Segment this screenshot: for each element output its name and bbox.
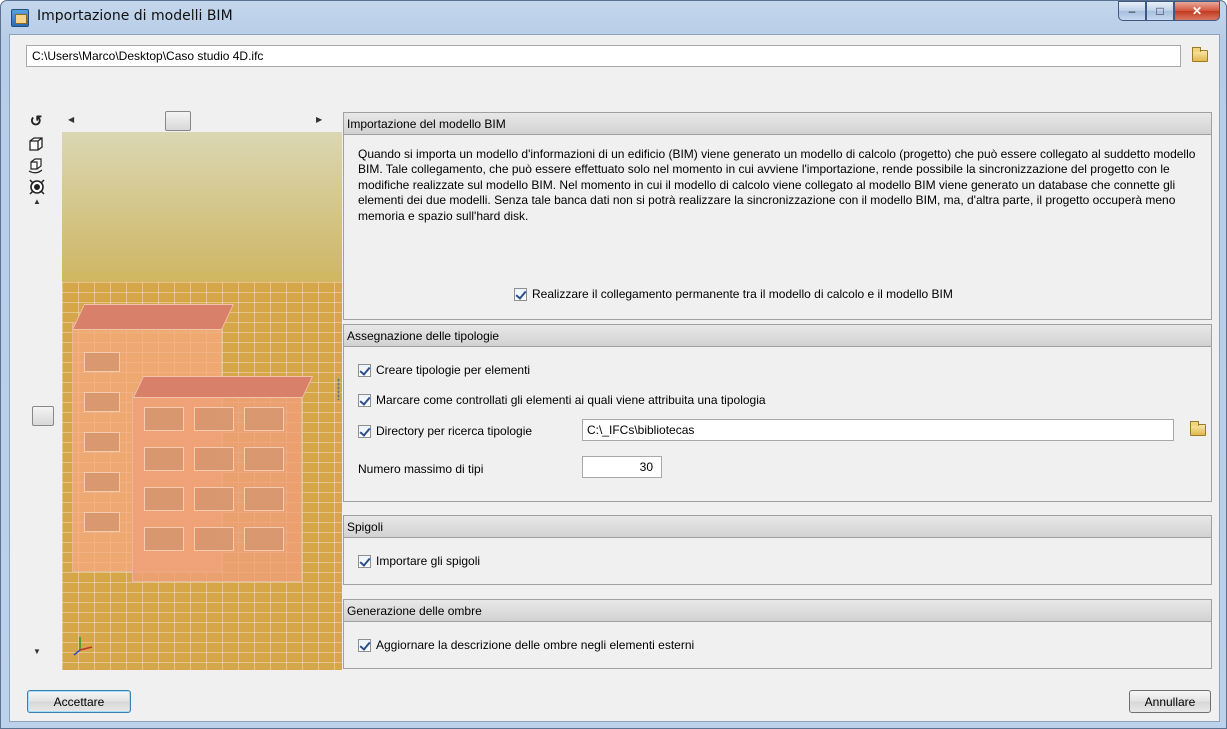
import-section: Importazione del modello BIM Quando si i… (343, 112, 1212, 320)
create-types-checkbox[interactable]: Creare tipologie per elementi (358, 363, 530, 377)
folder-open-icon (1190, 421, 1206, 436)
model-3d-view[interactable] (62, 132, 342, 670)
checkbox-checked-icon (358, 363, 371, 377)
shadows-section-header: Generazione delle ombre (344, 600, 1211, 622)
checkbox-checked-icon (358, 393, 371, 407)
splitter-handle[interactable] (337, 378, 340, 400)
edges-section-header: Spigoli (344, 516, 1211, 538)
app-icon (11, 9, 29, 27)
axes-icon (73, 637, 93, 656)
create-types-label: Creare tipologie per elementi (376, 363, 531, 377)
link-model-label: Realizzare il collegamento permanente tr… (532, 287, 953, 301)
mark-controlled-checkbox[interactable]: Marcare come controllati gli elementi ai… (358, 393, 766, 407)
browse-file-button[interactable] (1188, 45, 1212, 67)
dialog-window: Importazione di modelli BIM – □ ✕ C:\Use… (0, 0, 1227, 729)
link-model-checkbox[interactable]: Realizzare il collegamento permanente tr… (514, 287, 953, 301)
rotate-icon[interactable]: ↺ (28, 114, 44, 130)
maximize-button[interactable]: □ (1146, 1, 1174, 21)
visibility-icon[interactable] (28, 178, 45, 195)
import-description: Quando si importa un modello d'informazi… (358, 147, 1196, 223)
dialog-client: C:\Users\Marco\Desktop\Caso studio 4D.if… (9, 34, 1220, 722)
browse-directory-button[interactable] (1186, 419, 1210, 441)
hscroll-left-arrow[interactable]: ◀ (68, 115, 74, 124)
accept-button[interactable]: Accettare (27, 690, 131, 713)
hscroll-right-arrow[interactable]: ▶ (316, 115, 322, 124)
max-types-label: Numero massimo di tipi (358, 462, 484, 476)
caption-buttons: – □ ✕ (1118, 1, 1220, 23)
orbit-icon[interactable] (28, 156, 44, 174)
mark-controlled-label: Marcare come controllati gli elementi ai… (376, 393, 766, 407)
cancel-button[interactable]: Annullare (1129, 690, 1211, 713)
directory-checkbox[interactable]: Directory per ricerca tipologie (358, 424, 532, 438)
checkbox-checked-icon (358, 554, 371, 568)
types-section: Assegnazione delle tipologie Creare tipo… (343, 324, 1212, 502)
title-bar[interactable]: Importazione di modelli BIM – □ ✕ (1, 1, 1226, 35)
checkbox-checked-icon (358, 424, 371, 438)
checkbox-checked-icon (514, 287, 527, 301)
shadows-section: Generazione delle ombre Aggiornare la de… (343, 599, 1212, 669)
max-types-input[interactable]: 30 (582, 456, 662, 478)
view-background (62, 132, 342, 272)
directory-input[interactable]: C:\_IFCs\bibliotecas (582, 419, 1174, 441)
update-shadows-label: Aggiornare la descrizione delle ombre ne… (376, 638, 695, 652)
vscroll-down-arrow[interactable]: ▼ (33, 647, 41, 656)
import-edges-checkbox[interactable]: Importare gli spigoli (358, 554, 480, 568)
minimize-button[interactable]: – (1118, 1, 1146, 21)
checkbox-checked-icon (358, 638, 371, 652)
file-path-input[interactable]: C:\Users\Marco\Desktop\Caso studio 4D.if… (26, 45, 1181, 67)
directory-label: Directory per ricerca tipologie (376, 424, 533, 438)
import-section-header: Importazione del modello BIM (344, 113, 1211, 135)
folder-open-icon (1192, 47, 1208, 62)
window-title: Importazione di modelli BIM (37, 8, 233, 24)
vscroll-up-arrow[interactable]: ▲ (33, 197, 41, 206)
horizontal-slider-thumb[interactable] (165, 111, 191, 131)
edges-section: Spigoli Importare gli spigoli (343, 515, 1212, 585)
types-section-header: Assegnazione delle tipologie (344, 325, 1211, 347)
update-shadows-checkbox[interactable]: Aggiornare la descrizione delle ombre ne… (358, 638, 694, 652)
vertical-slider-thumb[interactable] (32, 406, 54, 426)
building-model (71, 282, 314, 582)
import-edges-label: Importare gli spigoli (376, 554, 481, 568)
close-button[interactable]: ✕ (1174, 1, 1220, 21)
cube-icon[interactable] (28, 136, 44, 152)
